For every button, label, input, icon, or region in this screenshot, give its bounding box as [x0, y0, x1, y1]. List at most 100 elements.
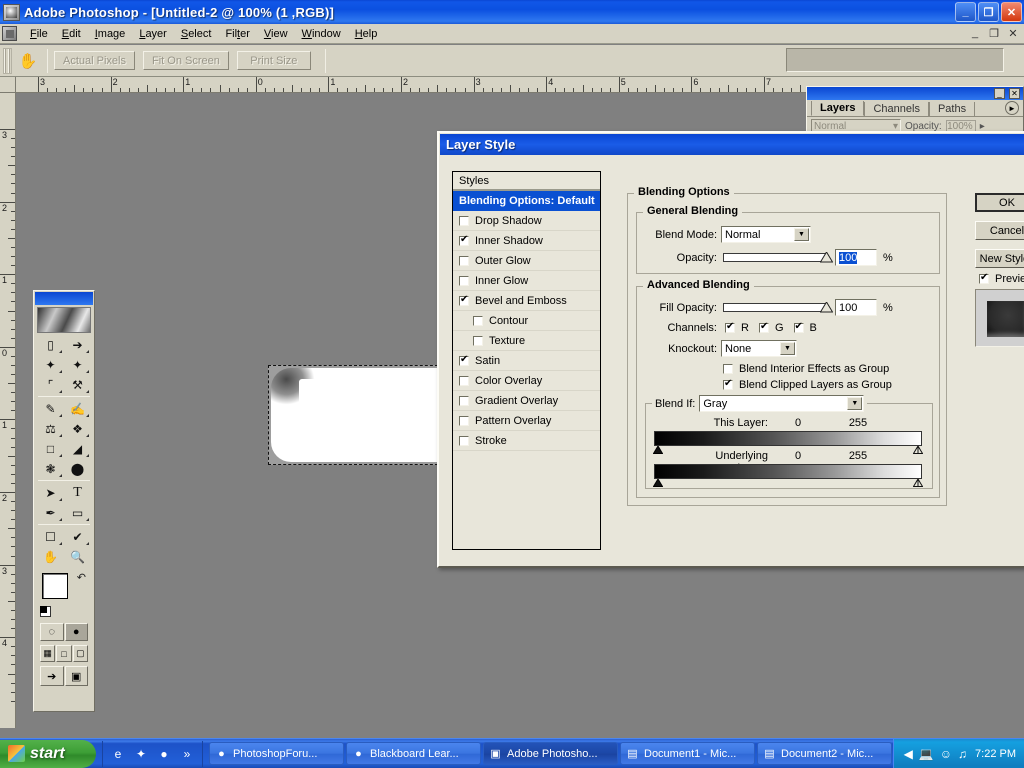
- style-item-bevel-and-emboss[interactable]: Bevel and Emboss: [453, 291, 600, 311]
- document-icon[interactable]: [2, 26, 17, 41]
- menu-filter[interactable]: Filter: [218, 26, 256, 42]
- gradient-icon[interactable]: ◢: [64, 439, 91, 459]
- this-layer-black-slider[interactable]: [653, 446, 663, 454]
- bevel-and-emboss-checkbox[interactable]: [459, 296, 469, 306]
- path-selection-icon[interactable]: ➤: [37, 483, 64, 503]
- task-button[interactable]: ▤ Document1 - Mic...: [620, 742, 755, 765]
- satin-checkbox[interactable]: [459, 356, 469, 366]
- media-player-icon[interactable]: ✦: [133, 746, 149, 762]
- underlying-layer-gradient-bar[interactable]: [654, 464, 922, 479]
- actual-pixels-button[interactable]: Actual Pixels: [54, 51, 135, 70]
- blend-mode-select[interactable]: Normal ▼: [721, 226, 811, 243]
- style-item-inner-shadow[interactable]: Inner Shadow: [453, 231, 600, 251]
- blend-clipped-layers-checkbox[interactable]: [723, 380, 733, 390]
- document-minimize-button[interactable]: _: [968, 27, 982, 40]
- fit-on-screen-button[interactable]: Fit On Screen: [143, 51, 229, 70]
- fill-opacity-input[interactable]: 100: [835, 299, 877, 316]
- this-layer-slider[interactable]: [654, 431, 922, 446]
- imageready-icon[interactable]: ▣: [65, 666, 89, 686]
- task-button[interactable]: ● PhotoshopForu...: [209, 742, 344, 765]
- tab-paths[interactable]: Paths: [929, 102, 975, 116]
- accessibility-icon[interactable]: ☺: [940, 747, 952, 761]
- opacity-slider-thumb[interactable]: [820, 252, 833, 263]
- menu-edit[interactable]: Edit: [55, 26, 88, 42]
- firefox-icon[interactable]: ●: [156, 746, 172, 762]
- blend-clipped-row[interactable]: Blend Clipped Layers as Group: [723, 379, 892, 391]
- default-colors-icon[interactable]: [40, 606, 51, 617]
- layers-palette-title-bar[interactable]: _ ✕: [807, 87, 1023, 100]
- task-button[interactable]: ● Blackboard Lear...: [346, 742, 481, 765]
- underlying-layer-black-slider[interactable]: [653, 479, 663, 487]
- blend-interior-effects-checkbox[interactable]: [723, 364, 733, 374]
- volume-icon[interactable]: ♫: [958, 747, 967, 761]
- menu-view[interactable]: View: [257, 26, 295, 42]
- fill-opacity-slider[interactable]: [723, 303, 827, 312]
- palette-menu-icon[interactable]: ►: [1005, 101, 1019, 115]
- style-item-inner-glow[interactable]: Inner Glow: [453, 271, 600, 291]
- style-item-contour[interactable]: Contour: [453, 311, 600, 331]
- swap-colors-icon[interactable]: ↶: [77, 571, 86, 584]
- full-screen-icon[interactable]: ▢: [73, 645, 88, 662]
- this-layer-white-slider[interactable]: [913, 446, 923, 454]
- cancel-button[interactable]: Cancel: [975, 221, 1024, 240]
- palette-well[interactable]: [786, 48, 1004, 72]
- start-button[interactable]: start: [0, 740, 96, 768]
- drop-shadow-checkbox[interactable]: [459, 216, 469, 226]
- stroke-checkbox[interactable]: [459, 436, 469, 446]
- standard-mask-icon[interactable]: ◌: [40, 623, 64, 641]
- style-item-outer-glow[interactable]: Outer Glow: [453, 251, 600, 271]
- gradient-overlay-checkbox[interactable]: [459, 396, 469, 406]
- options-bar-grip[interactable]: [3, 48, 12, 74]
- eraser-icon[interactable]: □: [37, 439, 64, 459]
- notes-icon[interactable]: ☐: [37, 527, 64, 547]
- style-item-blending-options[interactable]: Blending Options: Default: [453, 191, 600, 211]
- layer-shape-with-effects[interactable]: [268, 365, 443, 465]
- ie-icon[interactable]: e: [110, 746, 126, 762]
- rectangle-shape-icon[interactable]: ▭: [64, 503, 91, 523]
- pen-icon[interactable]: ✒: [37, 503, 64, 523]
- styles-panel-header[interactable]: Styles: [453, 172, 600, 191]
- zoom-icon[interactable]: 🔍: [64, 547, 91, 567]
- menu-help[interactable]: Help: [348, 26, 385, 42]
- pattern-overlay-checkbox[interactable]: [459, 416, 469, 426]
- document-restore-button[interactable]: ❐: [987, 27, 1001, 40]
- crop-icon[interactable]: ⌜: [37, 375, 64, 395]
- style-item-stroke[interactable]: Stroke: [453, 431, 600, 451]
- new-style-button[interactable]: New Style...: [975, 249, 1024, 268]
- color-overlay-checkbox[interactable]: [459, 376, 469, 386]
- style-item-drop-shadow[interactable]: Drop Shadow: [453, 211, 600, 231]
- dodge-icon[interactable]: ⬤: [64, 459, 91, 479]
- style-item-satin[interactable]: Satin: [453, 351, 600, 371]
- task-button[interactable]: ▤ Document2 - Mic...: [757, 742, 892, 765]
- knockout-select[interactable]: None ▼: [721, 340, 797, 357]
- preview-row[interactable]: Preview: [979, 273, 1024, 285]
- magic-wand-icon[interactable]: ✦: [64, 355, 91, 375]
- this-layer-gradient-bar[interactable]: [654, 431, 922, 446]
- inner-glow-checkbox[interactable]: [459, 276, 469, 286]
- history-brush-icon[interactable]: ❖: [64, 419, 91, 439]
- menu-image[interactable]: Image: [88, 26, 133, 42]
- channel-r-checkbox[interactable]: [725, 323, 735, 333]
- style-item-gradient-overlay[interactable]: Gradient Overlay: [453, 391, 600, 411]
- healing-brush-icon[interactable]: ✎: [37, 399, 64, 419]
- jump-to-imageready-icon[interactable]: ➔: [40, 666, 64, 686]
- menu-layer[interactable]: Layer: [132, 26, 174, 42]
- standard-screen-icon[interactable]: ▦: [40, 645, 55, 662]
- style-item-pattern-overlay[interactable]: Pattern Overlay: [453, 411, 600, 431]
- document-close-button[interactable]: ✕: [1006, 27, 1020, 40]
- lasso-icon[interactable]: ✦: [37, 355, 64, 375]
- close-button[interactable]: ✕: [1001, 2, 1022, 22]
- full-screen-menubar-icon[interactable]: □: [56, 645, 71, 662]
- show-hidden-icon[interactable]: ◀: [904, 747, 913, 761]
- inner-shadow-checkbox[interactable]: [459, 236, 469, 246]
- channel-b-checkbox[interactable]: [794, 323, 804, 333]
- opacity-slider-track[interactable]: [723, 253, 827, 262]
- toolbox-title-bar[interactable]: [35, 292, 93, 305]
- print-size-button[interactable]: Print Size: [237, 51, 311, 70]
- underlying-layer-slider[interactable]: [654, 464, 922, 479]
- blend-if-select[interactable]: Gray ▼: [699, 395, 864, 412]
- menu-window[interactable]: Window: [295, 26, 348, 42]
- maximize-restore-button[interactable]: ❐: [978, 2, 999, 22]
- task-button-active[interactable]: ▣ Adobe Photosho...: [483, 742, 618, 765]
- clone-stamp-icon[interactable]: ⚖: [37, 419, 64, 439]
